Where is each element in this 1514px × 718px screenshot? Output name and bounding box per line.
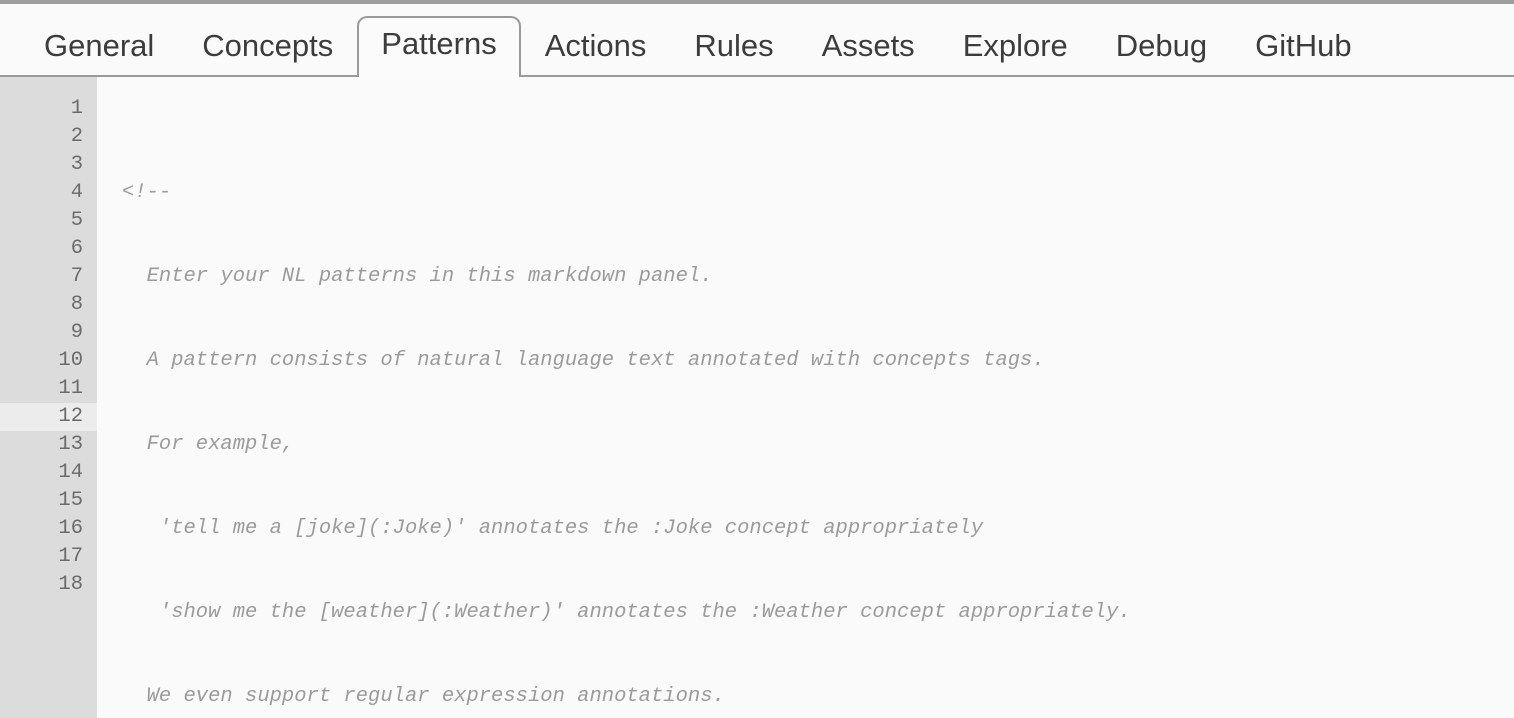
line-number: 15 [58,489,83,512]
line-number-active: 12 [0,403,97,431]
comment-text: 'show me the [weather](:Weather)' annota… [122,601,1131,624]
comment-text: A pattern consists of natural language t… [122,349,1045,372]
line-number: 10 [58,349,83,372]
comment-text: 'tell me a [joke](:Joke)' annotates the … [122,517,984,540]
tab-rules[interactable]: Rules [670,16,797,77]
line-number: 2 [70,125,83,148]
pattern-editor-page: General Concepts Patterns Actions Rules … [0,0,1514,718]
line-number: 11 [58,377,83,400]
comment-text: For example, [122,433,295,456]
line-number: 4 [70,181,83,204]
tab-actions[interactable]: Actions [521,16,671,77]
tab-explore[interactable]: Explore [939,16,1092,77]
line-number: 13 [58,433,83,456]
code-content[interactable]: <!-- Enter your NL patterns in this mark… [97,77,1514,718]
line-number: 8 [70,293,83,316]
line-number: 1 [70,97,83,120]
line-number: 7 [70,265,83,288]
line-number: 3 [70,153,83,176]
tab-concepts[interactable]: Concepts [178,16,357,77]
code-line-4[interactable]: For example, [122,431,1514,459]
tab-assets[interactable]: Assets [798,16,939,77]
code-line-3[interactable]: A pattern consists of natural language t… [122,347,1514,375]
comment-text: <!-- [122,181,172,204]
line-number: 9 [70,321,83,344]
comment-text: Enter your NL patterns in this markdown … [122,265,713,288]
comment-text: We even support regular expression annot… [122,685,725,708]
tab-github[interactable]: GitHub [1231,16,1375,77]
line-number: 5 [70,209,83,232]
code-line-2[interactable]: Enter your NL patterns in this markdown … [122,263,1514,291]
code-editor[interactable]: 1 2 3 4 5 6 7 8 9 10 11 12 13 14 15 16 1… [0,77,1514,718]
tab-patterns[interactable]: Patterns [357,16,521,77]
main-tab-bar: General Concepts Patterns Actions Rules … [0,4,1514,77]
tab-debug[interactable]: Debug [1092,16,1231,77]
line-number: 18 [58,573,83,596]
line-number-gutter: 1 2 3 4 5 6 7 8 9 10 11 12 13 14 15 16 1… [0,77,97,718]
line-number: 16 [58,517,83,540]
code-line-7[interactable]: We even support regular expression annot… [122,683,1514,711]
code-line-6[interactable]: 'show me the [weather](:Weather)' annota… [122,599,1514,627]
tab-general[interactable]: General [20,16,178,77]
line-number: 17 [58,545,83,568]
code-line-1[interactable]: <!-- [122,179,1514,207]
code-line-5[interactable]: 'tell me a [joke](:Joke)' annotates the … [122,515,1514,543]
line-number: 14 [58,461,83,484]
line-number: 6 [70,237,83,260]
